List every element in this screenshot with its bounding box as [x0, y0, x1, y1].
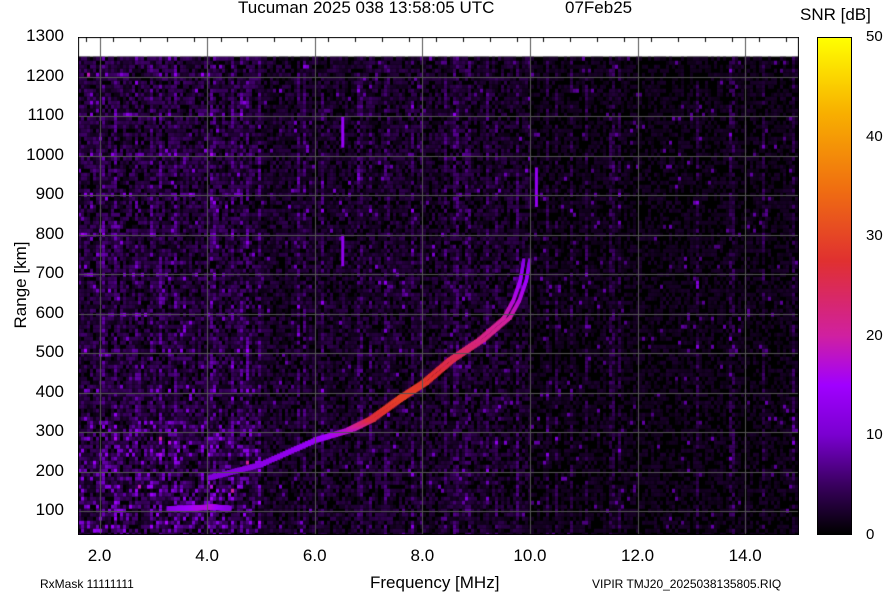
colorbar-tick-label: 0 — [866, 526, 875, 543]
y-tick-label: 500 — [35, 342, 64, 362]
y-tick-label: 800 — [35, 223, 64, 243]
colorbar-tick-label: 40 — [866, 127, 883, 145]
colorbar-tick-label: 50 — [866, 28, 883, 45]
y-tick-label: 1300 — [26, 26, 64, 45]
y-tick-label: 700 — [35, 263, 64, 283]
y-tick-label: 1000 — [26, 144, 64, 164]
x-tick-label: 14.0 — [728, 546, 762, 565]
chart-date: 07Feb25 — [565, 0, 633, 17]
colorbar — [817, 37, 852, 535]
x-tick-label: 8.0 — [410, 546, 435, 565]
x-tick-label: 6.0 — [302, 546, 327, 565]
y-tick-label: 400 — [35, 381, 64, 401]
colorbar-title: SNR [dB] — [800, 5, 871, 24]
y-tick-label: 200 — [35, 460, 64, 480]
y-tick-label: 1200 — [26, 65, 64, 85]
x-tick-label: 12.0 — [621, 546, 655, 565]
y-tick-label: 900 — [35, 184, 64, 204]
x-axis-label: Frequency [MHz] — [370, 573, 500, 592]
y-tick-label: 300 — [35, 421, 64, 441]
y-axis-label: Range [km] — [11, 241, 30, 329]
colorbar-tick-label: 10 — [866, 426, 883, 444]
rx-mask-label: RxMask 11111111 — [40, 577, 134, 591]
chart-title: Tucuman 2025 038 13:58:05 UTC — [238, 0, 495, 17]
x-tick-label: 4.0 — [195, 546, 219, 565]
y-tick-label: 600 — [35, 302, 64, 322]
file-name-label: VIPIR TMJ20_2025038135805.RIQ — [592, 577, 782, 591]
y-tick-label: 1100 — [27, 105, 64, 125]
colorbar-tick-label: 20 — [866, 326, 883, 344]
x-tick-label: 10.0 — [513, 546, 547, 565]
x-tick-label: 2.0 — [87, 546, 112, 565]
colorbar-tick-label: 30 — [866, 227, 883, 245]
ionogram-heatmap — [78, 37, 799, 535]
y-tick-label: 100 — [35, 500, 64, 520]
